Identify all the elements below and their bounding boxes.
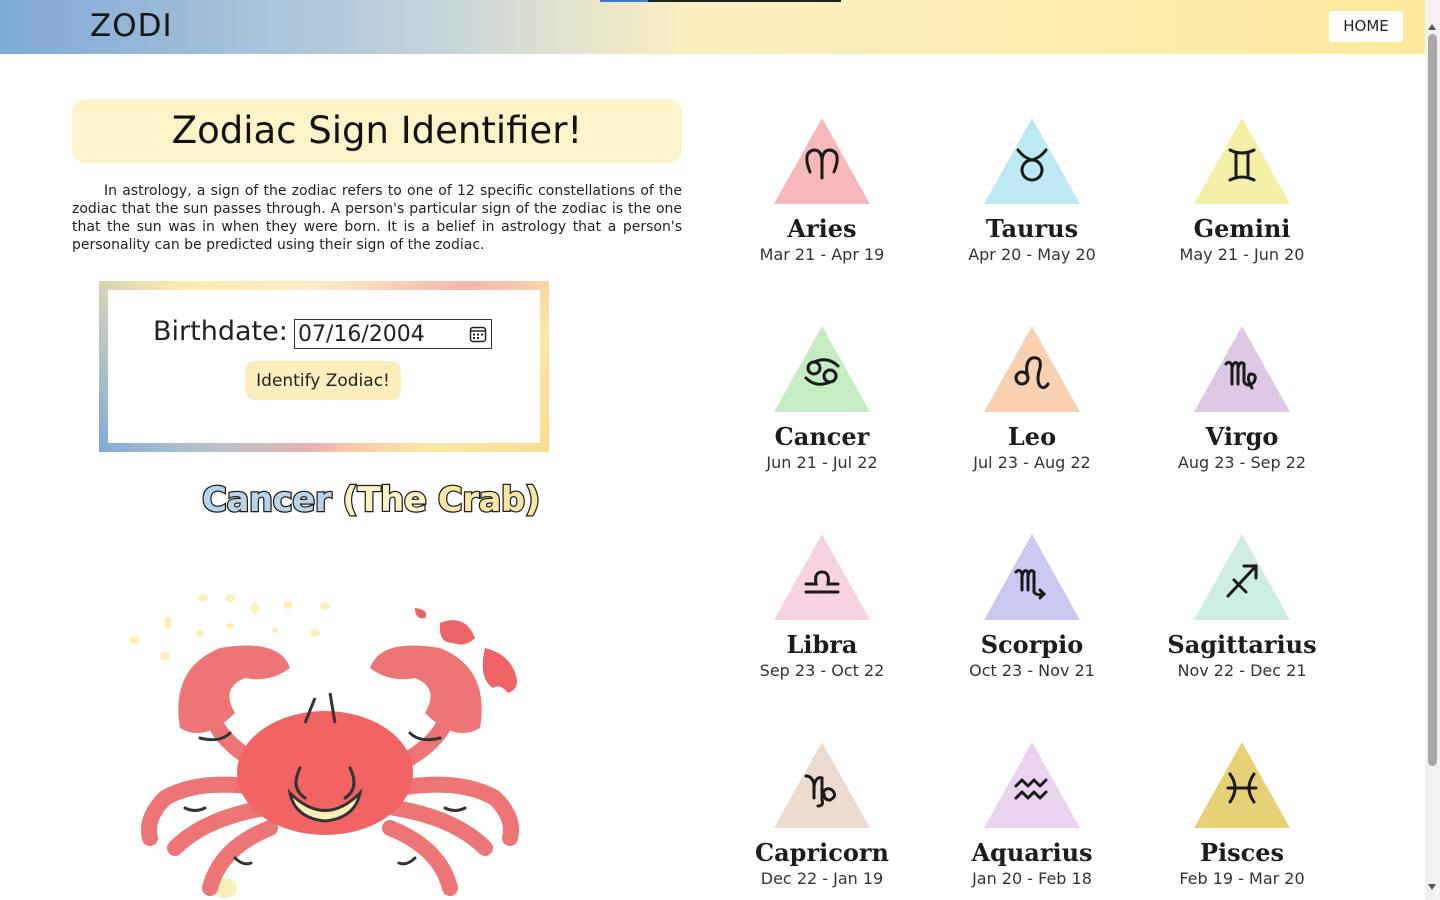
sign-dates: Dec 22 - Jan 19 bbox=[760, 869, 884, 888]
page-load-bar bbox=[600, 0, 841, 2]
capricorn-icon bbox=[774, 742, 870, 828]
sign-dates: Jun 21 - Jul 22 bbox=[766, 453, 878, 472]
sign-name: Aquarius bbox=[971, 838, 1093, 867]
sign-name: Virgo bbox=[1205, 422, 1279, 451]
vertical-scrollbar[interactable] bbox=[1425, 0, 1440, 900]
form-panel: Birthdate: 07/16/2004 Identify Zodiac! bbox=[108, 290, 540, 443]
sign-dates: Apr 20 - May 20 bbox=[968, 245, 1096, 264]
scrollbar-thumb[interactable] bbox=[1428, 34, 1437, 766]
sign-name: Aries bbox=[787, 214, 857, 243]
identify-zodiac-button[interactable]: Identify Zodiac! bbox=[245, 361, 401, 400]
zodiac-card-aries[interactable]: Aries Mar 21 - Apr 19 bbox=[722, 112, 922, 266]
sign-name: Gemini bbox=[1193, 214, 1291, 243]
home-button[interactable]: HOME bbox=[1329, 11, 1403, 42]
aries-icon bbox=[774, 118, 870, 204]
libra-icon bbox=[774, 534, 870, 620]
page-title: Zodiac Sign Identifier! bbox=[171, 109, 583, 152]
sagittarius-icon bbox=[1194, 534, 1290, 620]
zodiac-card-gemini[interactable]: Gemini May 21 - Jun 20 bbox=[1142, 112, 1342, 266]
birthdate-label: Birthdate: bbox=[153, 316, 288, 347]
zodiac-card-capricorn[interactable]: Capricorn Dec 22 - Jan 19 bbox=[722, 736, 922, 890]
result-symbol-name: Crab) bbox=[437, 479, 542, 522]
gemini-icon bbox=[1194, 118, 1290, 204]
birthdate-form: Birthdate: 07/16/2004 Identify Zodiac! bbox=[99, 281, 549, 452]
aquarius-icon bbox=[984, 742, 1080, 828]
scorpio-icon bbox=[984, 534, 1080, 620]
sign-name: Capricorn bbox=[755, 838, 889, 867]
pisces-icon bbox=[1194, 742, 1290, 828]
zodiac-card-pisces[interactable]: Pisces Feb 19 - Mar 20 bbox=[1142, 736, 1342, 890]
leo-icon bbox=[984, 326, 1080, 412]
sign-name: Sagittarius bbox=[1167, 630, 1317, 659]
sign-name: Leo bbox=[1007, 422, 1057, 451]
virgo-icon bbox=[1194, 326, 1290, 412]
sign-dates: May 21 - Jun 20 bbox=[1179, 245, 1305, 264]
sign-name: Scorpio bbox=[980, 630, 1084, 659]
cancer-icon bbox=[774, 326, 870, 412]
sign-name: Pisces bbox=[1199, 838, 1285, 867]
zodiac-card-sagittarius[interactable]: Sagittarius Nov 22 - Dec 21 bbox=[1142, 528, 1342, 682]
site-logo[interactable]: ZODI bbox=[90, 8, 173, 44]
page-title-box: Zodiac Sign Identifier! bbox=[72, 99, 682, 163]
zodiac-card-taurus[interactable]: Taurus Apr 20 - May 20 bbox=[932, 112, 1132, 266]
zodiac-card-virgo[interactable]: Virgo Aug 23 - Sep 22 bbox=[1142, 320, 1342, 474]
scroll-down-icon[interactable] bbox=[1428, 884, 1436, 890]
birthdate-value: 07/16/2004 bbox=[298, 322, 425, 347]
sign-name: Libra bbox=[786, 630, 858, 659]
sign-dates: Oct 23 - Nov 21 bbox=[969, 661, 1095, 680]
calendar-icon[interactable] bbox=[469, 325, 487, 343]
sign-name: Taurus bbox=[985, 214, 1079, 243]
zodiac-card-cancer[interactable]: Cancer Jun 21 - Jul 22 bbox=[722, 320, 922, 474]
taurus-icon bbox=[984, 118, 1080, 204]
result-heading: Cancer (The Crab) bbox=[201, 479, 542, 522]
zodiac-card-scorpio[interactable]: Scorpio Oct 23 - Nov 21 bbox=[932, 528, 1132, 682]
result-paren: (The bbox=[331, 479, 438, 522]
sign-dates: Sep 23 - Oct 22 bbox=[759, 661, 885, 680]
sign-name: Cancer bbox=[774, 422, 870, 451]
zodiac-card-libra[interactable]: Libra Sep 23 - Oct 22 bbox=[722, 528, 922, 682]
zodiac-card-leo[interactable]: Leo Jul 23 - Aug 22 bbox=[932, 320, 1132, 474]
intro-paragraph: In astrology, a sign of the zodiac refer… bbox=[72, 183, 682, 253]
top-navbar: ZODI HOME bbox=[0, 0, 1425, 54]
result-sign: Cancer bbox=[201, 479, 333, 522]
birthdate-input[interactable]: 07/16/2004 bbox=[294, 319, 492, 349]
sign-dates: Jul 23 - Aug 22 bbox=[973, 453, 1091, 472]
sign-dates: Mar 21 - Apr 19 bbox=[759, 245, 885, 264]
sign-dates: Nov 22 - Dec 21 bbox=[1177, 661, 1307, 680]
sign-dates: Aug 23 - Sep 22 bbox=[1177, 453, 1307, 472]
zodiac-card-aquarius[interactable]: Aquarius Jan 20 - Feb 18 bbox=[932, 736, 1132, 890]
sign-dates: Feb 19 - Mar 20 bbox=[1179, 869, 1305, 888]
crab-illustration bbox=[130, 594, 519, 898]
sign-dates: Jan 20 - Feb 18 bbox=[972, 869, 1092, 888]
scroll-up-icon[interactable] bbox=[1428, 24, 1436, 30]
